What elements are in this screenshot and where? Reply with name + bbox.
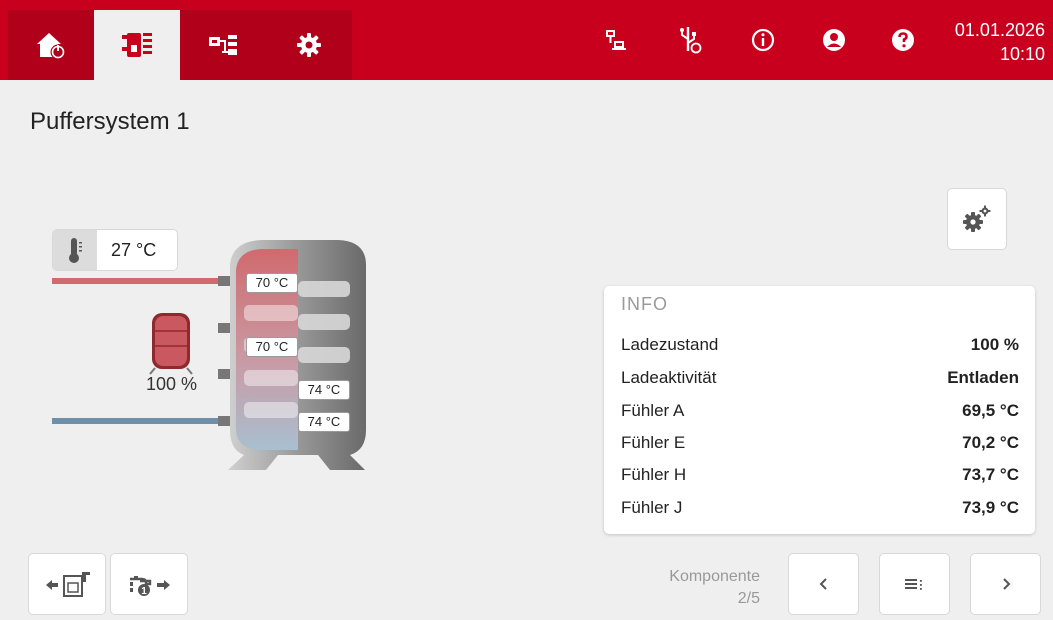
chevron-right-icon (1002, 578, 1010, 590)
component-list-button[interactable] (879, 553, 950, 615)
sensor-temp-tag: 70 °C (246, 273, 298, 293)
info-value: 70,2 °C (962, 433, 1019, 452)
component-settings-button[interactable] (947, 188, 1007, 250)
list-icon (904, 579, 922, 590)
info-row: Fühler E 70,2 °C (621, 427, 1019, 459)
gears-icon (963, 205, 991, 232)
sensor-temp-tag: 74 °C (298, 380, 350, 400)
component-pager: Komponente 2/5 (640, 566, 760, 610)
info-label: Fühler H (621, 465, 687, 484)
info-row: Fühler H 73,7 °C (621, 459, 1019, 491)
charge-percentage: 100 % (146, 374, 198, 394)
sensor-temp-tag: 74 °C (298, 412, 350, 432)
info-heading: INFO (621, 294, 668, 314)
info-row: Ladezustand 100 % (621, 329, 1019, 361)
info-row: Fühler A 69,5 °C (621, 395, 1019, 427)
info-value: 73,7 °C (962, 465, 1019, 484)
component-label: Komponente (669, 568, 760, 585)
info-label: Ladeaktivität (621, 368, 717, 387)
info-value: 69,5 °C (962, 401, 1019, 420)
previous-component-link-button[interactable] (28, 553, 106, 615)
supply-pipe (52, 278, 228, 284)
info-row: Ladeaktivität Entladen (621, 362, 1019, 394)
info-value: 73,9 °C (962, 498, 1019, 517)
svg-text:1: 1 (141, 586, 147, 597)
arrow-left-boiler-icon (46, 572, 90, 597)
component-index: 2/5 (737, 590, 760, 607)
chevron-left-icon (819, 578, 827, 590)
next-component-link-button[interactable]: 1 (110, 553, 188, 615)
info-value: Entladen (947, 368, 1019, 387)
return-pipe (52, 418, 228, 424)
info-row: Fühler J 73,9 °C (621, 492, 1019, 524)
prev-component-button[interactable] (788, 553, 859, 615)
info-value: 100 % (970, 335, 1019, 354)
info-label: Ladezustand (621, 335, 719, 354)
next-component-button[interactable] (970, 553, 1041, 615)
info-panel: INFO Ladezustand 100 % Ladeaktivität Ent… (604, 286, 1035, 534)
info-label: Fühler A (621, 401, 685, 420)
info-label: Fühler E (621, 433, 686, 452)
sensor-temp-tag: 70 °C (246, 337, 298, 357)
info-label: Fühler J (621, 498, 683, 517)
tap-arrow-right-icon: 1 (130, 576, 170, 597)
charge-tank-icon (149, 313, 193, 375)
